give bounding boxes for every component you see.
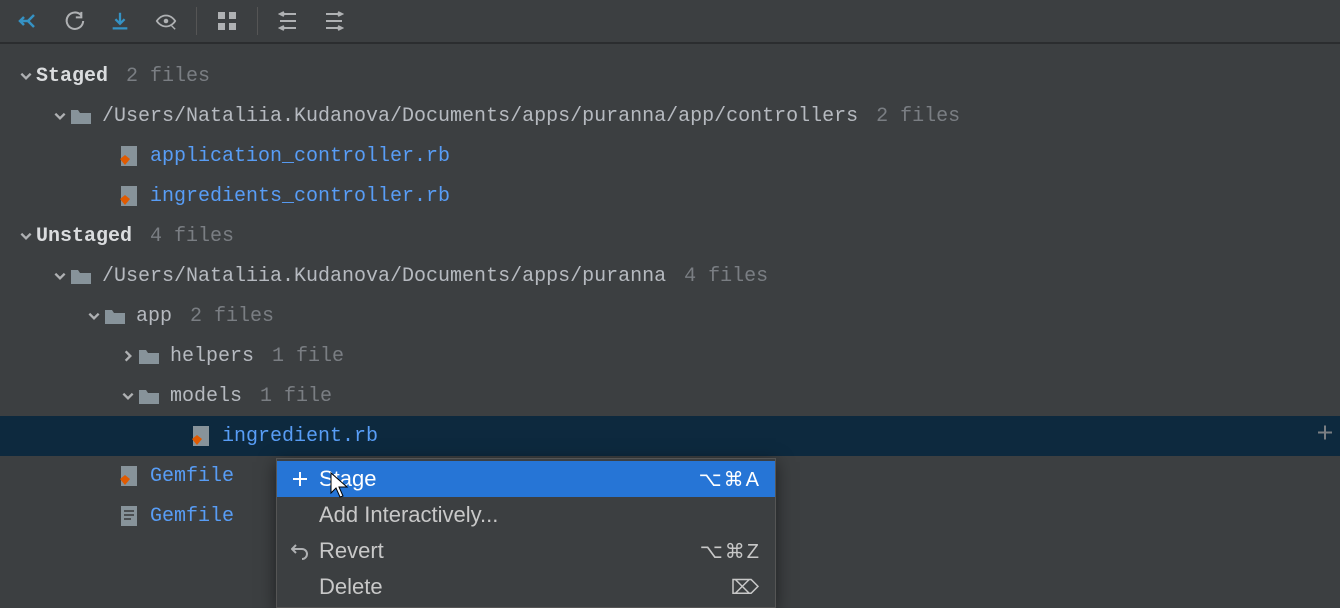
file-count: 4 files [684,265,768,288]
file-name: ingredients_controller.rb [150,185,450,208]
tree-folder[interactable]: models 1 file [0,376,1340,416]
plus-icon [287,471,313,487]
revert-icon [287,542,313,560]
ctx-shortcut: ⌦ [731,575,761,600]
file-name: ingredient.rb [222,425,378,448]
tree-file-selected[interactable]: ingredient.rb [0,416,1340,456]
tree-file[interactable]: ingredients_controller.rb [0,176,1340,216]
group-icon[interactable] [205,3,249,39]
tree-folder[interactable]: helpers 1 file [0,336,1340,376]
tree-folder[interactable]: /Users/Nataliia.Kudanova/Documents/apps/… [0,256,1340,296]
unstaged-group[interactable]: Unstaged 4 files [0,216,1340,256]
chevron-right-icon [118,349,138,363]
separator [257,7,258,35]
ctx-revert[interactable]: Revert ⌥⌘Z [277,533,775,569]
chevron-down-icon [118,389,138,403]
ctx-stage[interactable]: Stage ⌥⌘A [277,461,775,497]
folder-name: models [170,385,242,408]
file-count: 4 files [150,225,234,248]
staged-group[interactable]: Staged 2 files [0,56,1340,96]
file-count: 2 files [876,105,960,128]
group-label: Staged [36,65,108,88]
ruby-file-icon [190,425,212,447]
chevron-down-icon [16,69,36,83]
expand-all-icon[interactable] [266,3,310,39]
folder-icon [70,107,92,125]
tree-folder[interactable]: /Users/Nataliia.Kudanova/Documents/apps/… [0,96,1340,136]
file-name: application_controller.rb [150,145,450,168]
folder-name: helpers [170,345,254,368]
separator [196,7,197,35]
file-count: 2 files [126,65,210,88]
refresh-icon[interactable] [52,3,96,39]
folder-icon [138,347,160,365]
chevron-down-icon [16,229,36,243]
ctx-label: Stage [319,466,699,492]
file-name: Gemfile [150,505,234,528]
folder-icon [70,267,92,285]
chevron-down-icon [50,109,70,123]
context-menu: Stage ⌥⌘A Add Interactively... Revert ⌥⌘… [276,458,776,608]
file-count: 1 file [272,345,344,368]
file-name: Gemfile [150,465,234,488]
collapse-all-icon[interactable] [312,3,356,39]
ctx-shortcut: ⌥⌘Z [700,539,761,564]
tree-file[interactable]: application_controller.rb [0,136,1340,176]
ctx-label: Delete [319,574,731,600]
folder-name: app [136,305,172,328]
toolbar [0,0,1340,44]
folder-icon [104,307,126,325]
file-count: 1 file [260,385,332,408]
ctx-label: Add Interactively... [319,502,761,528]
file-count: 2 files [190,305,274,328]
ruby-file-icon [118,465,140,487]
ctx-shortcut: ⌥⌘A [699,467,761,492]
download-icon[interactable] [98,3,142,39]
merge-icon[interactable] [6,3,50,39]
chevron-down-icon [50,269,70,283]
folder-path: /Users/Nataliia.Kudanova/Documents/apps/… [102,105,858,128]
ctx-label: Revert [319,538,700,564]
chevron-down-icon [84,309,104,323]
preview-icon[interactable] [144,3,188,39]
ruby-file-icon [118,185,140,207]
tree-folder[interactable]: app 2 files [0,296,1340,336]
folder-icon [138,387,160,405]
folder-path: /Users/Nataliia.Kudanova/Documents/apps/… [102,265,666,288]
stage-plus-icon[interactable] [1316,424,1334,449]
ctx-add-interactively[interactable]: Add Interactively... [277,497,775,533]
group-label: Unstaged [36,225,132,248]
text-file-icon [118,505,140,527]
ruby-file-icon [118,145,140,167]
